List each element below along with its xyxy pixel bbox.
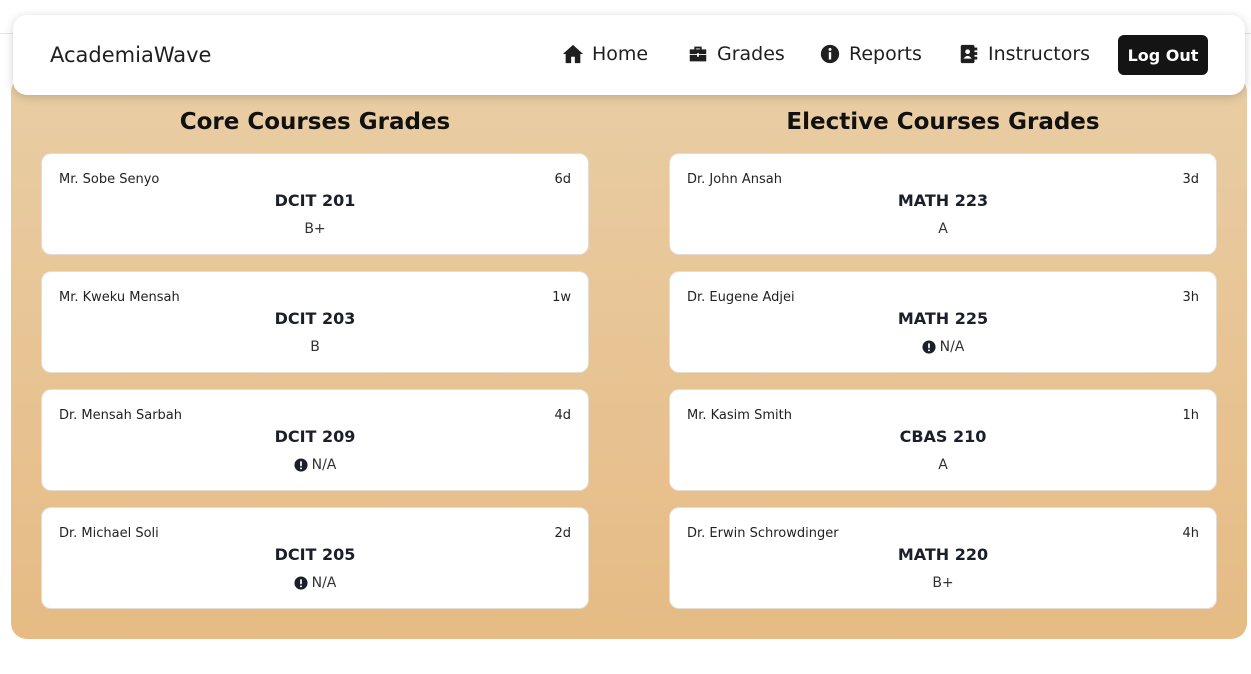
instructor-name: Mr. Kweku Mensah xyxy=(59,290,180,305)
nav-reports-label: Reports xyxy=(849,43,922,65)
exclamation-circle-icon xyxy=(294,458,308,472)
grade-text: B xyxy=(310,339,320,355)
nav-home-label: Home xyxy=(592,43,649,65)
time-ago: 3d xyxy=(1182,172,1199,187)
grade-text: N/A xyxy=(311,457,337,473)
exclamation-circle-icon xyxy=(294,576,308,590)
instructor-name: Dr. Mensah Sarbah xyxy=(59,408,183,423)
exclamation-circle-icon xyxy=(922,340,936,354)
nav-grades-label: Grades xyxy=(717,43,785,65)
time-ago: 4h xyxy=(1182,526,1199,541)
elective-course-card[interactable]: Dr. Eugene Adjei 3h MATH 225 N/A xyxy=(669,271,1217,373)
grade-value: A xyxy=(670,221,1216,237)
instructor-name: Dr. Eugene Adjei xyxy=(687,290,795,305)
core-course-card[interactable]: Mr. Kweku Mensah 1w DCIT 203 B xyxy=(41,271,589,373)
nav-instructors[interactable]: Instructors xyxy=(958,43,1090,65)
core-courses-title: Core Courses Grades xyxy=(179,109,451,135)
course-code: MATH 225 xyxy=(897,309,989,328)
contact-book-icon xyxy=(960,44,978,64)
nav-home[interactable]: Home xyxy=(562,43,648,65)
grade-value: N/A xyxy=(670,339,1216,355)
course-code: CBAS 210 xyxy=(899,427,987,446)
course-code: MATH 223 xyxy=(897,191,989,210)
course-code: DCIT 205 xyxy=(274,545,356,564)
nav-grades[interactable]: Grades xyxy=(687,43,785,65)
instructor-name: Dr. Erwin Schrowdinger xyxy=(687,526,839,541)
grade-text: B+ xyxy=(932,575,954,591)
nav-instructors-label: Instructors xyxy=(988,43,1091,65)
course-code: MATH 220 xyxy=(897,545,989,564)
grade-text: A xyxy=(938,457,948,473)
core-course-card[interactable]: Mr. Sobe Senyo 6d DCIT 201 B+ xyxy=(41,153,589,255)
grade-text: N/A xyxy=(939,339,965,355)
info-circle-icon xyxy=(820,44,840,64)
grade-value: N/A xyxy=(42,575,588,591)
instructor-name: Dr. John Ansah xyxy=(687,172,782,187)
instructor-name: Mr. Kasim Smith xyxy=(687,408,792,423)
nav-reports[interactable]: Reports xyxy=(819,43,922,65)
elective-course-card[interactable]: Dr. Erwin Schrowdinger 4h MATH 220 B+ xyxy=(669,507,1217,609)
time-ago: 4d xyxy=(554,408,571,423)
elective-courses-title: Elective Courses Grades xyxy=(786,109,1100,135)
core-course-card[interactable]: Dr. Mensah Sarbah 4d DCIT 209 N/A xyxy=(41,389,589,491)
grade-value: N/A xyxy=(42,457,588,473)
grade-text: A xyxy=(938,221,948,237)
core-course-card[interactable]: Dr. Michael Soli 2d DCIT 205 N/A xyxy=(41,507,589,609)
home-icon xyxy=(562,44,584,64)
elective-course-card[interactable]: Dr. John Ansah 3d MATH 223 A xyxy=(669,153,1217,255)
navbar: AcademiaWave Home Grades Reports Instruc… xyxy=(13,15,1245,95)
grade-value: B xyxy=(42,339,588,355)
briefcase-icon xyxy=(689,46,707,62)
course-code: DCIT 203 xyxy=(274,309,356,328)
time-ago: 3h xyxy=(1182,290,1199,305)
brand-logo-text[interactable]: AcademiaWave xyxy=(50,43,211,67)
course-code: DCIT 201 xyxy=(274,191,356,210)
time-ago: 1w xyxy=(552,290,571,305)
elective-course-card[interactable]: Mr. Kasim Smith 1h CBAS 210 A xyxy=(669,389,1217,491)
instructor-name: Dr. Michael Soli xyxy=(59,526,159,541)
grade-value: B+ xyxy=(42,221,588,237)
time-ago: 1h xyxy=(1182,408,1199,423)
instructor-name: Mr. Sobe Senyo xyxy=(59,172,160,187)
grade-text: B+ xyxy=(304,221,326,237)
grade-text: N/A xyxy=(311,575,337,591)
time-ago: 2d xyxy=(554,526,571,541)
grade-value: B+ xyxy=(670,575,1216,591)
course-code: DCIT 209 xyxy=(274,427,356,446)
time-ago: 6d xyxy=(554,172,571,187)
grade-value: A xyxy=(670,457,1216,473)
logout-button[interactable]: Log Out xyxy=(1118,35,1208,75)
